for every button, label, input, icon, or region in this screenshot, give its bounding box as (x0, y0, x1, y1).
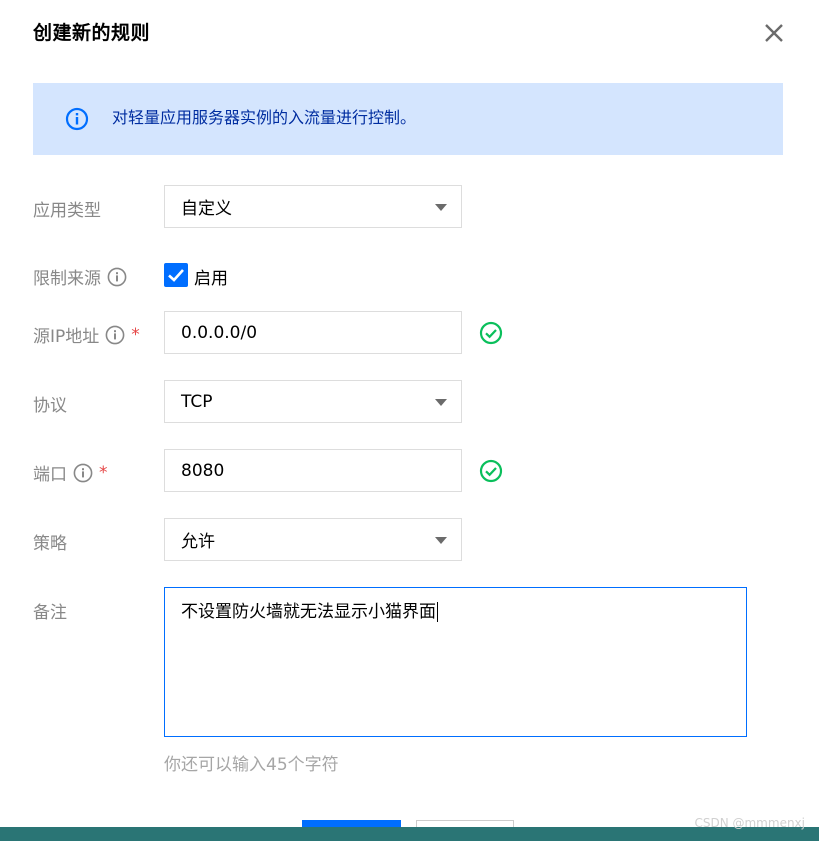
app-type-value: 自定义 (181, 199, 232, 219)
info-notice: 对轻量应用服务器实例的入流量进行控制。 (33, 83, 783, 155)
check-circle-icon (479, 321, 503, 345)
enable-checkbox[interactable] (164, 263, 188, 287)
remark-char-hint: 你还可以输入45个字符 (164, 755, 339, 775)
app-type-label-text: 应用类型 (33, 201, 101, 221)
chevron-down-icon (435, 537, 447, 544)
protocol-label-text: 协议 (33, 396, 67, 416)
source-limit-label: 限制来源 (33, 264, 127, 289)
port-value: 8080 (181, 460, 225, 481)
remark-label: 备注 (33, 598, 67, 623)
protocol-label: 协议 (33, 391, 67, 416)
text-cursor (437, 602, 438, 622)
remark-textarea[interactable]: 不设置防火墙就无法显示小猫界面 (164, 587, 747, 737)
remark-label-text: 备注 (33, 603, 67, 623)
info-icon[interactable] (73, 463, 93, 483)
chevron-down-icon (435, 399, 447, 406)
close-icon[interactable] (762, 21, 786, 45)
policy-label: 策略 (33, 529, 67, 554)
watermark: CSDN @mmmenxj (694, 816, 805, 830)
port-label-text: 端口 (33, 465, 67, 485)
info-circle-icon (65, 107, 89, 131)
source-ip-value: 0.0.0.0/0 (181, 322, 258, 343)
port-label: 端口 * (33, 460, 108, 486)
enable-checkbox-label[interactable]: 启用 (194, 264, 228, 289)
required-mark: * (99, 462, 108, 483)
info-icon[interactable] (105, 325, 125, 345)
chevron-down-icon (435, 204, 447, 211)
check-circle-icon (479, 459, 503, 483)
protocol-value: TCP (181, 391, 213, 412)
protocol-select[interactable]: TCP (164, 380, 462, 423)
source-ip-label: 源IP地址 * (33, 322, 140, 348)
source-limit-label-text: 限制来源 (33, 269, 101, 289)
required-mark: * (131, 324, 140, 345)
notice-text: 对轻量应用服务器实例的入流量进行控制。 (112, 108, 417, 127)
dialog-title: 创建新的规则 (33, 22, 151, 44)
app-type-label: 应用类型 (33, 196, 101, 221)
policy-select[interactable]: 允许 (164, 518, 462, 561)
source-ip-input[interactable]: 0.0.0.0/0 (164, 311, 462, 354)
info-icon[interactable] (107, 267, 127, 287)
policy-value: 允许 (181, 532, 215, 552)
create-rule-dialog: 创建新的规则 对轻量应用服务器实例的入流量进行控制。 应用类型 自定义 限制来源 (0, 0, 819, 841)
source-ip-label-text: 源IP地址 (33, 327, 100, 347)
policy-label-text: 策略 (33, 534, 67, 554)
app-type-select[interactable]: 自定义 (164, 185, 462, 228)
remark-value: 不设置防火墙就无法显示小猫界面 (181, 602, 436, 622)
port-input[interactable]: 8080 (164, 449, 462, 492)
